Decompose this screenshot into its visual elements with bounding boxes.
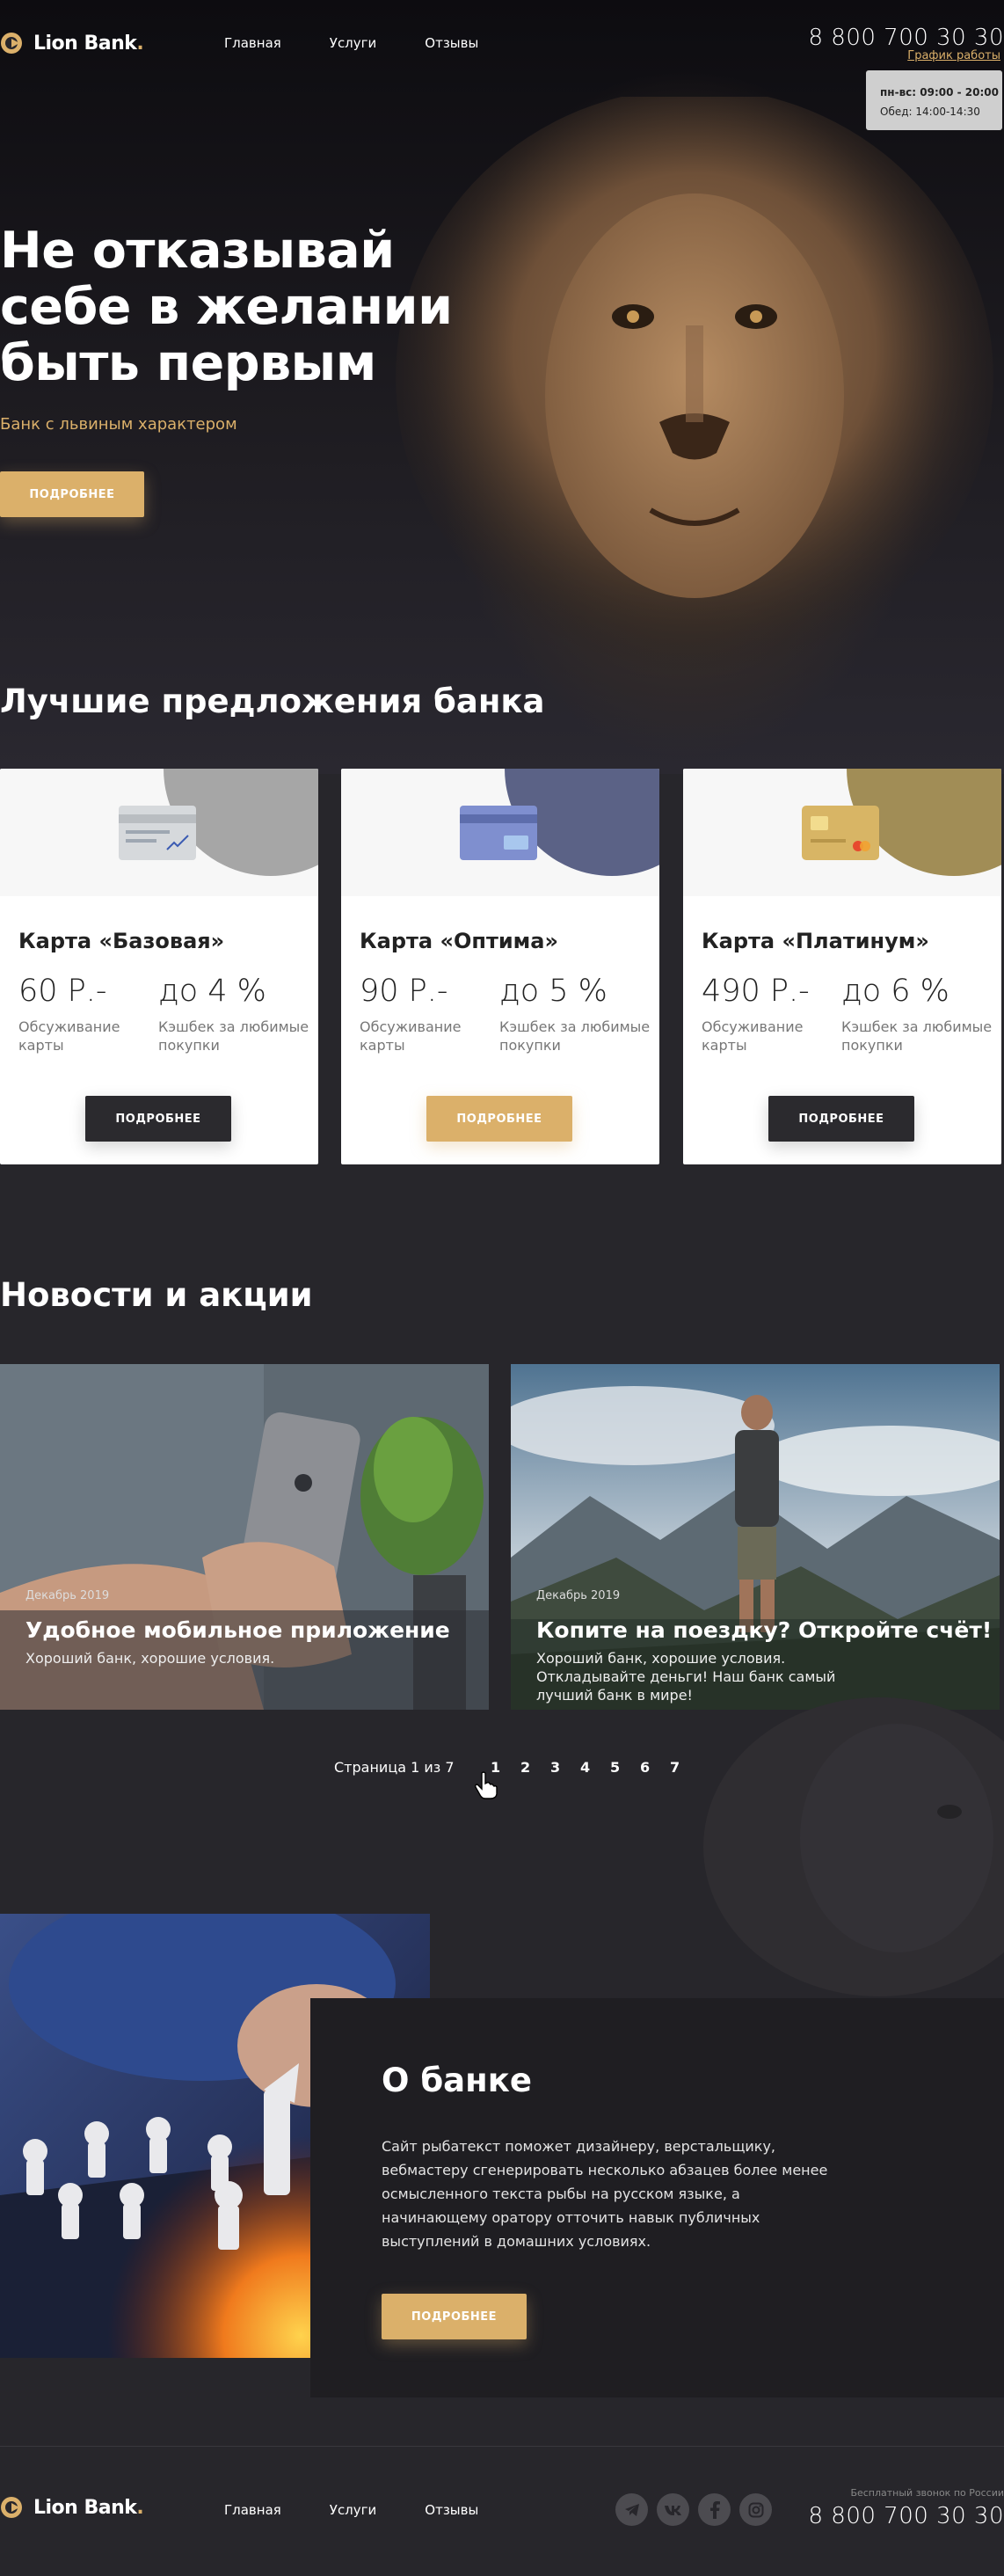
card-price-label: Обсуживание карты [360,1018,462,1054]
card-more-button[interactable]: ПОДРОБНЕЕ [768,1096,914,1142]
offer-card-platinum: Карта «Платинум» 490 Р.- Обсуживание кар… [683,769,1001,1164]
vk-icon[interactable] [657,2493,689,2526]
card-header [341,769,659,896]
about-section: О банке Сайт рыбатекст поможет дизайнеру… [310,1998,1004,2397]
about-text: Сайт рыбатекст поможет дизайнеру, верста… [382,2138,828,2250]
card-header [683,769,1001,896]
card-more-button[interactable]: ПОДРОБНЕЕ [426,1096,572,1142]
card-name: Карта «Базовая» [18,929,225,953]
news-title: Копите на поездку? Откройте счёт! [536,1617,993,1643]
header-phone[interactable]: 8 800 700 30 30 [808,25,1004,51]
schedule-hours: пн-вс: 09:00 - 20:00 [880,86,999,99]
schedule-lunch: Обед: 14:00-14:30 [880,106,980,118]
news-date: Декабрь 2019 [536,1589,621,1602]
card-more-button[interactable]: ПОДРОБНЕЕ [85,1096,231,1142]
card-price-label: Обсуживание карты [18,1018,120,1054]
news-text: Хороший банк, хорошие условия. Откладыва… [536,1650,836,1704]
lion-logo-icon [1,2497,22,2518]
nav-item-home[interactable]: Главная [224,35,281,51]
footer-phone[interactable]: 8 800 700 30 30 [808,2503,1004,2529]
card-name: Карта «Оптима» [360,929,558,953]
credit-card-icon [119,806,196,860]
news-title: Удобное мобильное приложение [25,1617,450,1643]
hero-section: Lion Bank. Главная Услуги Отзывы 8 800 7… [0,0,1004,774]
footer-nav-item-services[interactable]: Услуги [330,2502,376,2518]
news-text: Хороший банк, хорошие условия. [25,1650,275,1667]
facebook-icon[interactable] [698,2493,731,2526]
social-links [615,2493,772,2526]
lion-logo-icon [1,33,22,54]
schedule-popup: пн-вс: 09:00 - 20:00 Обед: 14:00-14:30 [866,70,1002,130]
card-cashback: до 4 % [158,974,266,1009]
footer-divider [0,2446,1004,2447]
footer-nav-item-reviews[interactable]: Отзывы [425,2502,478,2518]
card-price: 90 Р.- [360,974,448,1009]
card-cashback-label: Кэшбек за любимые покупки [158,1018,309,1054]
footer-nav: Главная Услуги Отзывы [224,2502,478,2518]
hero-more-button[interactable]: ПОДРОБНЕЕ [0,471,144,517]
credit-card-icon [460,806,537,860]
header-logo[interactable]: Lion Bank. [0,30,144,56]
footer-nav-item-home[interactable]: Главная [224,2502,281,2518]
schedule-link[interactable]: График работы [907,49,1000,62]
hero-subtitle: Банк с львиным характером [0,415,237,434]
card-price-label: Обсуживание карты [702,1018,804,1054]
news-title: Новости и акции [0,1276,313,1314]
nav-item-reviews[interactable]: Отзывы [425,35,478,51]
about-title: О банке [382,2062,532,2099]
top-nav: Главная Услуги Отзывы [224,35,478,51]
news-date: Декабрь 2019 [25,1589,110,1602]
footer-logo[interactable]: Lion Bank. [0,2494,144,2521]
about-more-button[interactable]: ПОДРОБНЕЕ [382,2294,527,2339]
credit-card-icon [802,806,879,860]
hand-cursor-icon [475,1771,498,1799]
card-cashback-label: Кэшбек за любимые покупки [499,1018,651,1054]
telegram-icon[interactable] [615,2493,648,2526]
card-cashback: до 5 % [499,974,607,1009]
card-name: Карта «Платинум» [702,929,929,953]
card-cashback-label: Кэшбек за любимые покупки [841,1018,993,1054]
card-price: 490 Р.- [702,974,810,1009]
free-call-label: Бесплатный звонок по России [850,2487,1004,2499]
brand-name: Lion Bank. [33,2496,144,2519]
news-card-app[interactable]: Декабрь 2019 Удобное мобильное приложени… [0,1364,489,1710]
offers-title: Лучшие предложения банка [0,682,545,720]
pagination-info: Страница 1 из 7 [334,1759,455,1776]
card-price: 60 Р.- [18,974,107,1009]
offer-card-basic: Карта «Базовая» 60 Р.- Обсуживание карты… [0,769,318,1164]
lion-background-image [703,1697,1004,1996]
card-header [0,769,318,896]
card-cashback: до 6 % [841,974,949,1009]
hero-title: Не отказывай себе в желании быть первым [0,222,453,392]
page-link[interactable]: 2 [511,1759,541,1776]
lion-image [396,97,993,668]
news-card-travel[interactable]: Декабрь 2019 Копите на поездку? Откройте… [511,1364,1000,1710]
nav-item-services[interactable]: Услуги [330,35,376,51]
offer-card-optima: Карта «Оптима» 90 Р.- Обсуживание карты … [341,769,659,1164]
brand-name: Lion Bank. [33,32,144,55]
instagram-icon[interactable] [739,2493,772,2526]
